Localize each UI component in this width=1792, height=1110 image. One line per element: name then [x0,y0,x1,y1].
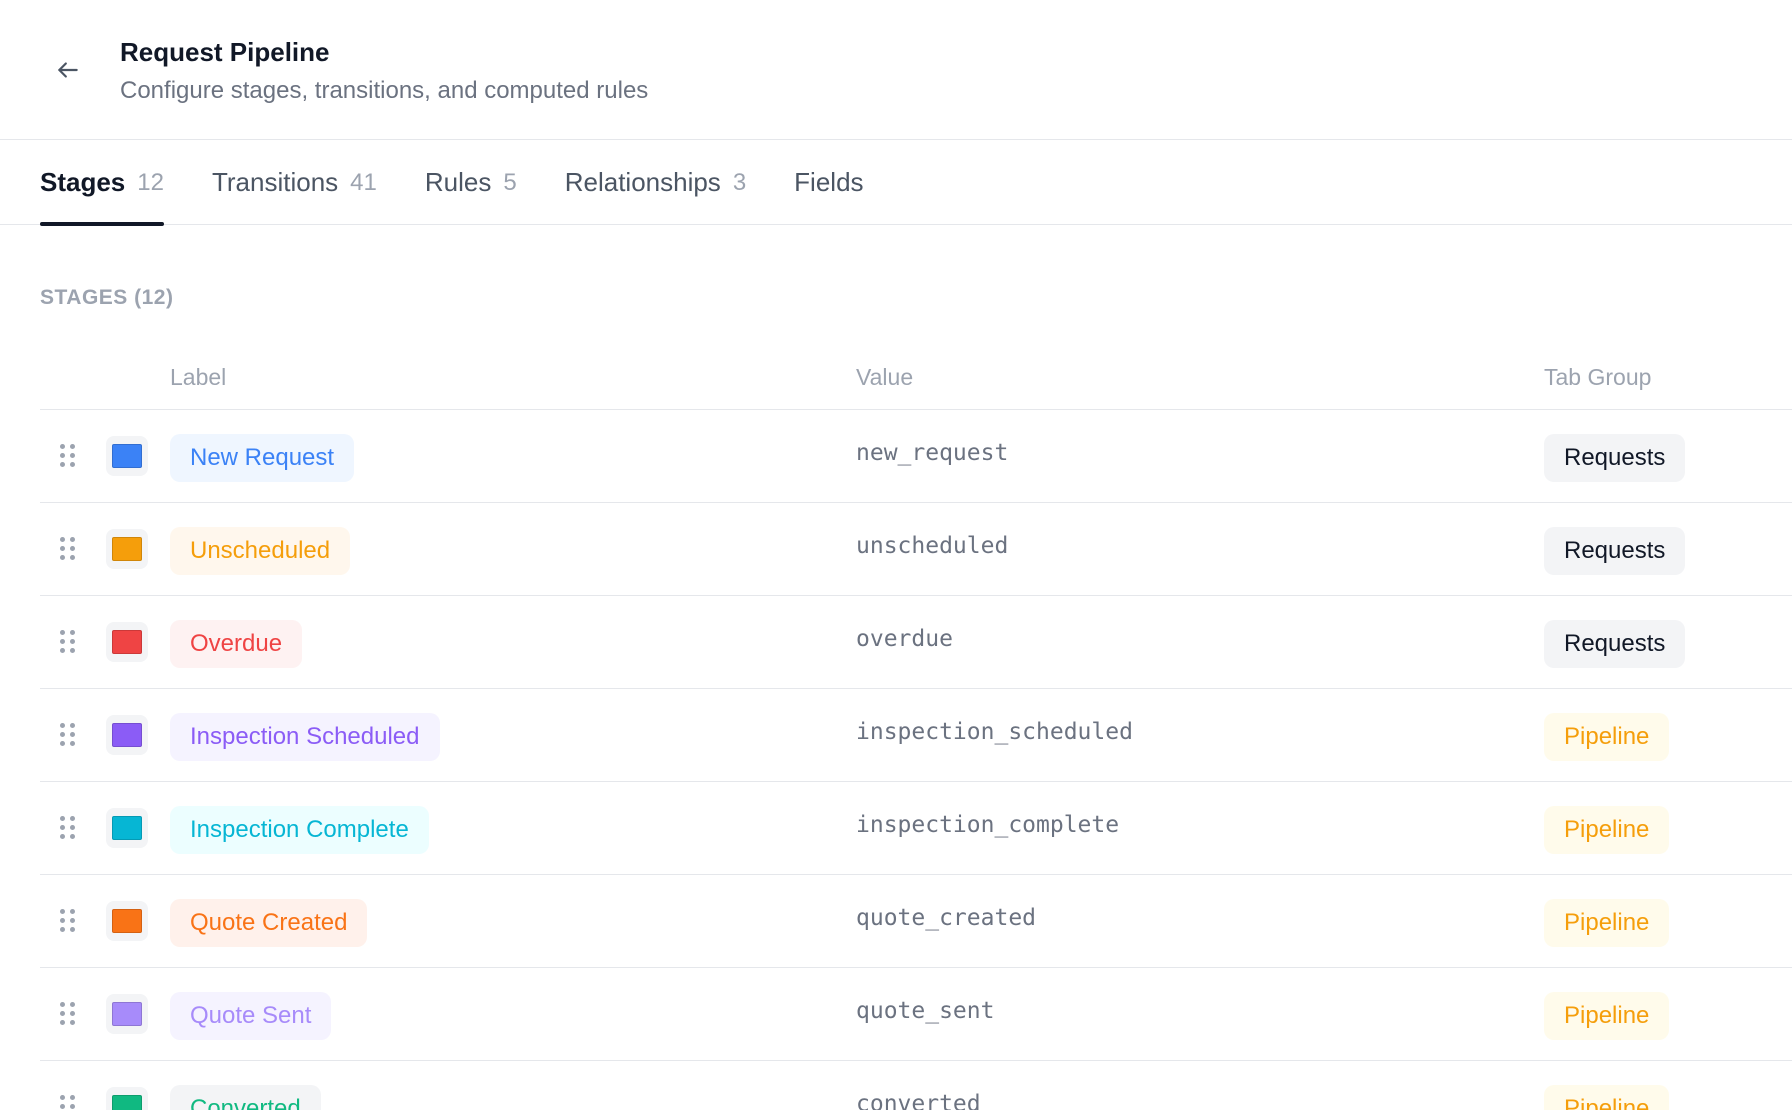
color-swatch-button[interactable] [106,994,148,1034]
stage-value: quote_sent [856,998,995,1024]
table-row[interactable]: Inspection Complete inspection_complete Pi… [40,782,1792,875]
tab-transitions[interactable]: Transitions 41 [212,140,377,225]
tab-group-badge: Pipeline [1544,713,1670,761]
page-title: Request Pipeline [120,37,330,67]
drag-handle-icon[interactable] [60,1002,76,1026]
page-header: Request Pipeline Configure stages, trans… [0,0,1792,140]
tab-group-badge: Requests [1544,620,1686,668]
color-swatch-button[interactable] [106,622,148,662]
color-swatch-button[interactable] [106,808,148,848]
stage-label-pill: New Request [170,434,355,482]
arrow-left-icon [58,62,78,78]
color-swatch [112,816,142,840]
table-row[interactable]: Unscheduled unscheduled Requests [40,503,1792,596]
color-swatch [112,723,142,747]
column-header-value: Value [856,364,914,390]
stage-label-pill: Quote Created [170,899,368,947]
column-header-tab-group: Tab Group [1544,364,1652,390]
color-swatch [112,537,142,561]
stage-label-pill: Quote Sent [170,992,332,1040]
table-row[interactable]: Overdue overdue Requests [40,596,1792,689]
section-title: STAGES (12) [40,286,174,309]
tab-group-badge: Pipeline [1544,992,1670,1040]
page: Request Pipeline Configure stages, trans… [0,0,1792,1110]
table-body: New Request new_request Requests Unschedule… [40,410,1792,1110]
stages-table: Label Value Tab Group New Request new_req… [40,340,1792,1110]
color-swatch [112,630,142,654]
drag-handle-icon[interactable] [60,723,76,747]
stage-label-pill: Inspection Complete [170,806,429,854]
color-swatch [112,1095,142,1110]
tab-group-badge: Pipeline [1544,1085,1670,1110]
stage-value: inspection_complete [856,812,1120,838]
table-row[interactable]: Converted converted Pipeline [40,1061,1792,1110]
drag-handle-icon[interactable] [60,909,76,933]
stage-value: converted [856,1091,981,1110]
color-swatch [112,444,142,468]
tab-count: 3 [732,168,747,196]
stage-label-pill: Converted [170,1085,321,1110]
stage-label-pill: Inspection Scheduled [170,713,440,761]
column-header-label: Label [170,364,227,390]
tab-stages[interactable]: Stages 12 [40,140,164,226]
stage-value: new_request [856,440,1009,466]
color-swatch-button[interactable] [106,715,148,755]
tab-label: Fields [794,167,864,197]
drag-handle-icon[interactable] [60,1095,76,1110]
stage-value: overdue [856,626,953,652]
stage-value: unscheduled [856,533,1009,559]
page-subtitle: Configure stages, transitions, and compu… [120,77,649,104]
tab-fields[interactable]: Fields [794,140,863,225]
table-row[interactable]: Inspection Scheduled inspection_scheduled… [40,689,1792,782]
stage-value: inspection_scheduled [856,719,1133,745]
stage-value: quote_created [856,905,1037,931]
tab-count: 5 [503,168,517,196]
color-swatch-button[interactable] [106,529,148,569]
table-row[interactable]: New Request new_request Requests [40,410,1792,503]
tab-group-badge: Requests [1544,434,1686,482]
drag-handle-icon[interactable] [60,630,76,654]
tab-rules[interactable]: Rules 5 [425,140,517,225]
color-swatch [112,1002,142,1026]
tab-label: Transitions [211,167,339,197]
tab-group-badge: Requests [1544,527,1686,575]
back-button[interactable] [50,52,86,88]
tab-relationships[interactable]: Relationships 3 [565,140,746,225]
tab-count: 12 [137,168,164,196]
stage-label-pill: Unscheduled [170,527,351,575]
tab-bar: Stages 12 Transitions 41 Rules 5 Relatio… [0,140,1792,226]
tab-label: Rules [424,167,492,197]
table-row[interactable]: Quote Sent quote_sent Pipeline [40,968,1792,1061]
drag-handle-icon[interactable] [60,816,76,840]
tab-count: 41 [350,168,377,196]
drag-handle-icon[interactable] [60,444,76,468]
table-row[interactable]: Quote Created quote_created Pipeline [40,875,1792,968]
table-header: Label Value Tab Group [40,340,1792,410]
color-swatch-button[interactable] [106,1087,148,1110]
color-swatch [112,909,142,933]
tab-label: Stages [40,167,126,197]
drag-handle-icon[interactable] [60,537,76,561]
tab-label: Relationships [564,167,721,197]
tab-group-badge: Pipeline [1544,899,1670,947]
color-swatch-button[interactable] [106,901,148,941]
tab-group-badge: Pipeline [1544,806,1670,854]
color-swatch-button[interactable] [106,436,148,476]
stage-label-pill: Overdue [170,620,303,668]
